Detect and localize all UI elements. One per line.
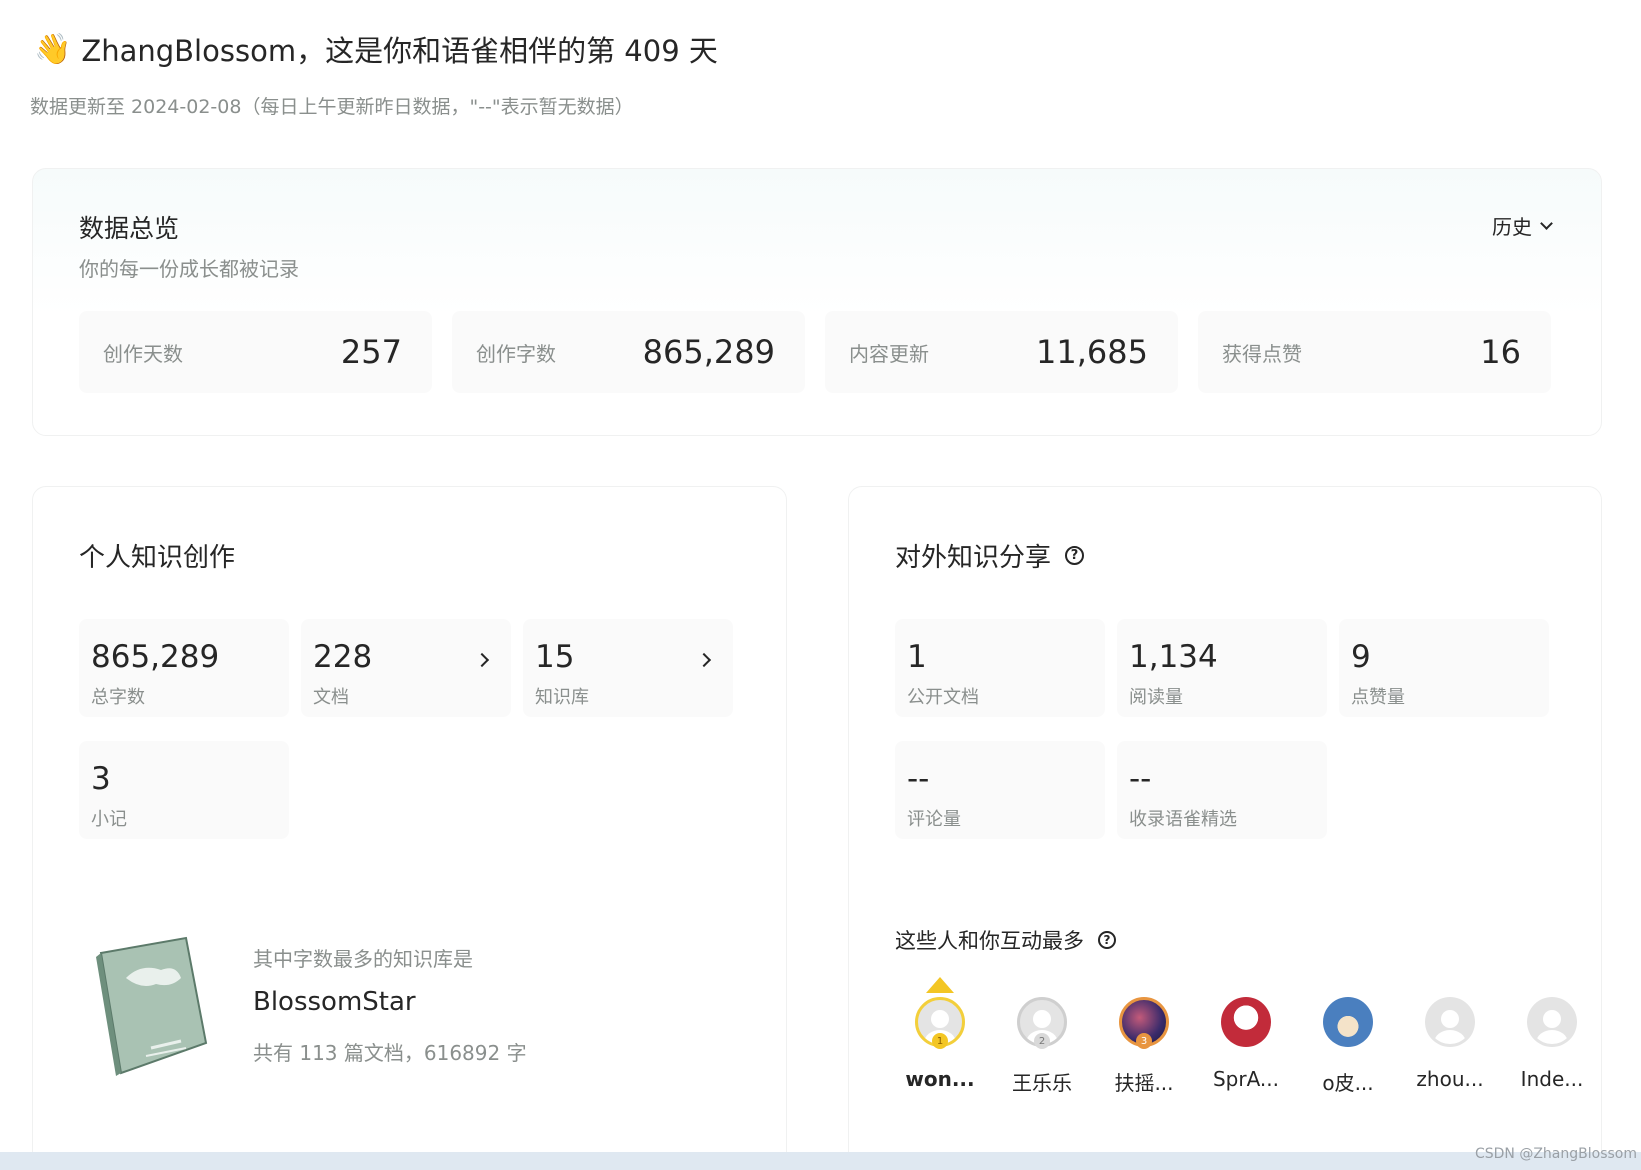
stat-creation-words: 创作字数 865,289 bbox=[452, 311, 805, 393]
tile-label: 小记 bbox=[91, 809, 127, 830]
panel-title: 个人知识创作 bbox=[79, 543, 236, 573]
history-dropdown[interactable]: 历史 bbox=[1492, 211, 1553, 240]
taskbar bbox=[0, 1152, 1641, 1170]
kb-name-link[interactable]: BlossomStar bbox=[253, 987, 416, 1017]
greeting: 👋 ZhangBlossom，这是你和语雀相伴的第 409 天 bbox=[34, 28, 718, 70]
stat-creation-days: 创作天数 257 bbox=[79, 311, 432, 393]
personal-creation-panel: 个人知识创作 865,289 总字数 228 文档 15 知识库 3 小记 其中… bbox=[32, 486, 787, 1170]
update-note: 数据更新至 2024-02-08（每日上午更新昨日数据，"--"表示暂无数据） bbox=[30, 96, 634, 118]
book-illustration-icon bbox=[96, 936, 208, 1076]
interactor-name: 王乐乐 bbox=[1012, 1071, 1072, 1095]
tile-documents[interactable]: 228 文档 bbox=[301, 619, 511, 717]
top-interactors: 1 won... 2 王乐乐 3 扶摇... SprA... o皮... zho… bbox=[889, 977, 1603, 1096]
stat-value: 257 bbox=[340, 333, 402, 371]
stat-label: 内容更新 bbox=[849, 341, 929, 366]
interact-title-row: 这些人和你互动最多 ? bbox=[895, 925, 1116, 955]
avatar bbox=[1527, 997, 1577, 1047]
tile-likes: 9 点赞量 bbox=[1339, 619, 1549, 717]
stat-label: 创作字数 bbox=[476, 341, 556, 366]
interactor-name: 扶摇... bbox=[1114, 1071, 1174, 1095]
avatar bbox=[1323, 997, 1373, 1047]
overview-desc: 你的每一份成长都被记录 bbox=[79, 257, 299, 281]
tile-value: -- bbox=[1129, 761, 1152, 797]
stat-label: 创作天数 bbox=[103, 341, 183, 366]
help-icon[interactable]: ? bbox=[1098, 931, 1116, 949]
tile-label: 点赞量 bbox=[1351, 687, 1405, 708]
interactor-6[interactable]: zhou... bbox=[1399, 987, 1501, 1096]
external-sharing-panel: 对外知识分享 ? 1 公开文档 1,134 阅读量 9 点赞量 -- 评论量 -… bbox=[848, 486, 1602, 1170]
tile-label: 总字数 bbox=[91, 687, 145, 708]
avatar bbox=[1221, 997, 1271, 1047]
interactor-3[interactable]: 3 扶摇... bbox=[1093, 987, 1195, 1096]
tile-value: 1 bbox=[907, 639, 927, 675]
tile-label: 知识库 bbox=[535, 687, 589, 708]
chevron-right-icon bbox=[696, 652, 712, 668]
tile-total-words: 865,289 总字数 bbox=[79, 619, 289, 717]
tile-value: 15 bbox=[535, 639, 575, 675]
stat-label: 获得点赞 bbox=[1222, 341, 1302, 366]
interactor-name: zhou... bbox=[1416, 1067, 1484, 1091]
tile-label: 公开文档 bbox=[907, 687, 979, 708]
rank-badge: 3 bbox=[1136, 1033, 1152, 1049]
panel-title-row: 对外知识分享 ? bbox=[895, 537, 1085, 574]
tile-public-docs: 1 公开文档 bbox=[895, 619, 1105, 717]
kb-intro: 其中字数最多的知识库是 bbox=[253, 947, 473, 971]
stat-value: 16 bbox=[1480, 333, 1521, 371]
greeting-text: ZhangBlossom，这是你和语雀相伴的第 409 天 bbox=[81, 34, 718, 68]
kb-stats: 共有 113 篇文档，616892 字 bbox=[253, 1041, 527, 1065]
chevron-right-icon bbox=[474, 652, 490, 668]
tile-featured: -- 收录语雀精选 bbox=[1117, 741, 1327, 839]
tile-value: -- bbox=[907, 761, 930, 797]
interactor-name: o皮... bbox=[1322, 1071, 1374, 1095]
waving-hand-icon: 👋 bbox=[34, 31, 72, 67]
rank-badge: 1 bbox=[932, 1033, 948, 1049]
crown-icon bbox=[926, 977, 954, 993]
history-label: 历史 bbox=[1492, 215, 1532, 239]
interactor-name: Inde... bbox=[1520, 1067, 1584, 1091]
interact-title: 这些人和你互动最多 bbox=[895, 929, 1084, 953]
tile-comments: -- 评论量 bbox=[895, 741, 1105, 839]
rank-badge: 2 bbox=[1034, 1033, 1050, 1049]
tile-label: 文档 bbox=[313, 687, 349, 708]
tile-notes: 3 小记 bbox=[79, 741, 289, 839]
interactor-2[interactable]: 2 王乐乐 bbox=[991, 987, 1093, 1096]
overview-title: 数据总览 bbox=[79, 214, 180, 243]
stat-value: 865,289 bbox=[642, 333, 775, 371]
tile-knowledge-bases[interactable]: 15 知识库 bbox=[523, 619, 733, 717]
interactor-5[interactable]: o皮... bbox=[1297, 987, 1399, 1096]
tile-value: 865,289 bbox=[91, 639, 220, 675]
interactor-4[interactable]: SprA... bbox=[1195, 987, 1297, 1096]
tile-label: 收录语雀精选 bbox=[1129, 809, 1237, 830]
chevron-down-icon bbox=[1540, 216, 1553, 230]
tile-reads: 1,134 阅读量 bbox=[1117, 619, 1327, 717]
stat-value: 11,685 bbox=[1036, 333, 1148, 371]
help-icon[interactable]: ? bbox=[1065, 546, 1085, 565]
stat-likes-received: 获得点赞 16 bbox=[1198, 311, 1551, 393]
watermark: CSDN @ZhangBlossom bbox=[1474, 1146, 1637, 1162]
tile-value: 9 bbox=[1351, 639, 1371, 675]
stat-content-updates: 内容更新 11,685 bbox=[825, 311, 1178, 393]
tile-value: 3 bbox=[91, 761, 111, 797]
interactor-7[interactable]: Inde... bbox=[1501, 987, 1603, 1096]
overview-card: 数据总览 你的每一份成长都被记录 历史 创作天数 257 创作字数 865,28… bbox=[32, 168, 1602, 436]
tile-value: 228 bbox=[313, 639, 373, 675]
tile-label: 阅读量 bbox=[1129, 687, 1183, 708]
tile-label: 评论量 bbox=[907, 809, 961, 830]
interactor-name: SprA... bbox=[1212, 1067, 1279, 1091]
tile-value: 1,134 bbox=[1129, 639, 1218, 675]
avatar bbox=[1425, 997, 1475, 1047]
interactor-name: won... bbox=[905, 1067, 975, 1091]
panel-title: 对外知识分享 bbox=[895, 543, 1052, 573]
interactor-1[interactable]: 1 won... bbox=[889, 977, 991, 1096]
